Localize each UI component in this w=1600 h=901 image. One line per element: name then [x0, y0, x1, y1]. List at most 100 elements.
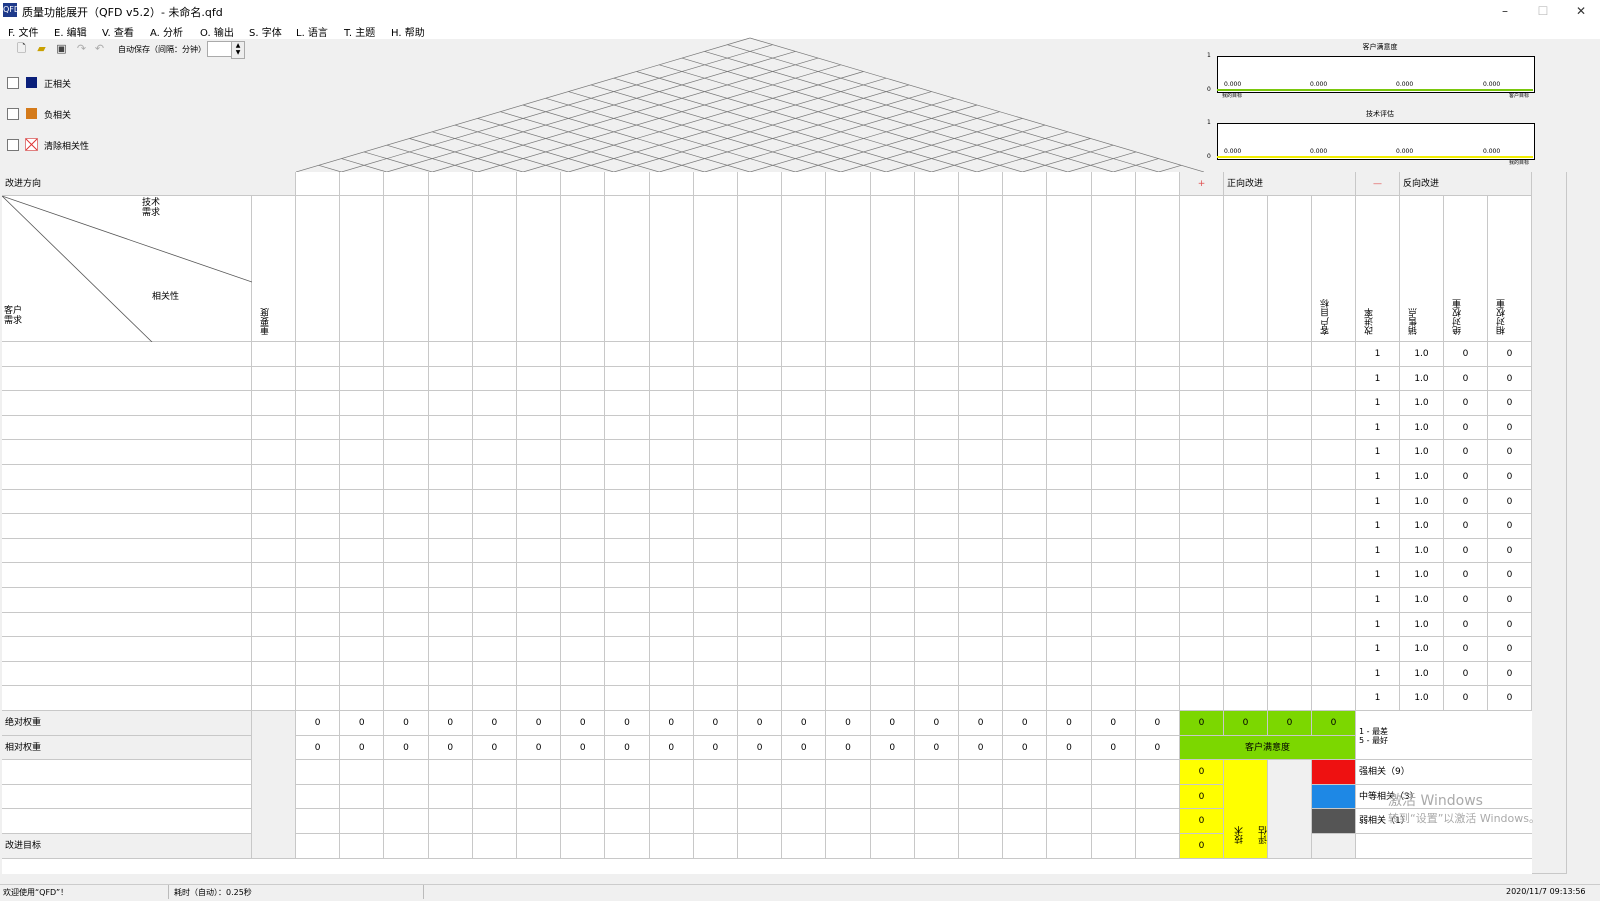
- evaluation-row-cell[interactable]: [2, 760, 252, 785]
- evaluation-cell[interactable]: [959, 834, 1004, 859]
- relation-cell[interactable]: [517, 661, 562, 687]
- right-header-cell[interactable]: [1268, 196, 1312, 342]
- relation-cell[interactable]: [296, 538, 341, 564]
- relation-cell[interactable]: [826, 366, 871, 392]
- competitive-cell[interactable]: [1312, 661, 1356, 687]
- relation-cell[interactable]: [914, 686, 959, 711]
- competitive-cell[interactable]: [1268, 637, 1312, 662]
- relation-cell[interactable]: [384, 465, 429, 490]
- relation-cell[interactable]: [826, 637, 871, 662]
- relation-cell[interactable]: [605, 465, 650, 490]
- relation-cell[interactable]: [1047, 637, 1092, 662]
- relation-cell[interactable]: [738, 538, 783, 564]
- relation-cell[interactable]: [1003, 661, 1048, 687]
- relation-cell[interactable]: [340, 612, 385, 638]
- relation-cell[interactable]: [517, 588, 562, 613]
- relation-cell[interactable]: [472, 612, 517, 638]
- relation-cell[interactable]: [649, 415, 694, 441]
- relation-cell[interactable]: [1091, 538, 1136, 564]
- competitive-cell[interactable]: [1312, 514, 1356, 539]
- competitive-cell[interactable]: [1224, 686, 1268, 711]
- importance-cell[interactable]: [252, 391, 296, 416]
- competitive-cell[interactable]: [1312, 391, 1356, 416]
- relation-cell[interactable]: [384, 342, 429, 367]
- abs-weight-value[interactable]: 0: [738, 711, 783, 736]
- relation-cell[interactable]: [782, 612, 827, 638]
- relation-cell[interactable]: [826, 563, 871, 588]
- importance-cell[interactable]: [252, 342, 296, 367]
- improve-direction-cell[interactable]: [1047, 172, 1092, 196]
- relation-cell[interactable]: [1135, 342, 1180, 367]
- competitive-cell[interactable]: [1224, 366, 1268, 392]
- relation-cell[interactable]: [649, 440, 694, 465]
- evaluation-cell[interactable]: [1047, 760, 1092, 785]
- relation-cell[interactable]: [561, 465, 606, 490]
- competitive-cell[interactable]: [1180, 686, 1224, 711]
- relation-cell[interactable]: [693, 514, 738, 539]
- row-value-cell[interactable]: 0: [1488, 366, 1532, 392]
- row-value-cell[interactable]: 0: [1444, 538, 1488, 564]
- evaluation-cell[interactable]: [782, 784, 827, 810]
- relation-cell[interactable]: [340, 465, 385, 490]
- relation-cell[interactable]: [959, 612, 1004, 638]
- competitive-cell[interactable]: [1268, 465, 1312, 490]
- importance-cell[interactable]: [252, 415, 296, 441]
- evaluation-cell[interactable]: [782, 834, 827, 859]
- row-value-cell[interactable]: 0: [1444, 661, 1488, 687]
- relation-cell[interactable]: [826, 415, 871, 441]
- relation-cell[interactable]: [296, 588, 341, 613]
- customer-requirement-cell[interactable]: [2, 563, 252, 588]
- relation-cell[interactable]: [738, 612, 783, 638]
- competitive-cell[interactable]: [1312, 440, 1356, 465]
- rel-weight-value[interactable]: 0: [517, 735, 562, 761]
- competitive-cell[interactable]: [1180, 514, 1224, 539]
- relation-cell[interactable]: [340, 366, 385, 392]
- relation-cell[interactable]: [428, 686, 473, 711]
- relation-cell[interactable]: [1135, 489, 1180, 515]
- relation-cell[interactable]: [1135, 538, 1180, 564]
- improve-direction-cell[interactable]: [472, 172, 517, 196]
- row-value-cell[interactable]: 1: [1356, 538, 1400, 564]
- relation-cell[interactable]: [959, 366, 1004, 392]
- relation-cell[interactable]: [738, 514, 783, 539]
- competitive-cell[interactable]: [1180, 342, 1224, 367]
- row-value-cell[interactable]: 1.0: [1400, 489, 1444, 515]
- relation-cell[interactable]: [693, 465, 738, 490]
- relation-cell[interactable]: [384, 514, 429, 539]
- relation-cell[interactable]: [649, 588, 694, 613]
- relation-cell[interactable]: [870, 661, 915, 687]
- evaluation-cell[interactable]: [561, 809, 606, 834]
- improve-direction-cell[interactable]: [870, 172, 915, 196]
- evaluation-cell[interactable]: [782, 760, 827, 785]
- relation-cell[interactable]: [1091, 686, 1136, 711]
- relation-cell[interactable]: [517, 538, 562, 564]
- rel-weight-value[interactable]: 0: [914, 735, 959, 761]
- row-value-cell[interactable]: 0: [1444, 465, 1488, 490]
- evaluation-cell[interactable]: [826, 809, 871, 834]
- relation-cell[interactable]: [693, 588, 738, 613]
- relation-cell[interactable]: [870, 440, 915, 465]
- customer-requirement-cell[interactable]: [2, 538, 252, 564]
- row-value-cell[interactable]: 0: [1488, 563, 1532, 588]
- relation-cell[interactable]: [1091, 342, 1136, 367]
- relation-cell[interactable]: [1047, 415, 1092, 441]
- relation-cell[interactable]: [826, 440, 871, 465]
- row-value-cell[interactable]: 1.0: [1400, 563, 1444, 588]
- abs-weight-value[interactable]: 0: [826, 711, 871, 736]
- relation-cell[interactable]: [914, 440, 959, 465]
- competitive-cell[interactable]: [1312, 415, 1356, 441]
- competitive-cell[interactable]: [1180, 440, 1224, 465]
- right-header-cell[interactable]: [1180, 196, 1224, 342]
- evaluation-cell[interactable]: [959, 784, 1004, 810]
- abs-weight-value[interactable]: 0: [649, 711, 694, 736]
- relation-cell[interactable]: [693, 637, 738, 662]
- competitive-cell[interactable]: [1312, 686, 1356, 711]
- abs-weight-value[interactable]: 0: [296, 711, 341, 736]
- relation-cell[interactable]: [1135, 563, 1180, 588]
- relation-cell[interactable]: [782, 440, 827, 465]
- evaluation-cell[interactable]: [517, 784, 562, 810]
- relation-cell[interactable]: [472, 588, 517, 613]
- abs-weight-value[interactable]: 0: [340, 711, 385, 736]
- relation-cell[interactable]: [428, 661, 473, 687]
- abs-weight-value[interactable]: 0: [870, 711, 915, 736]
